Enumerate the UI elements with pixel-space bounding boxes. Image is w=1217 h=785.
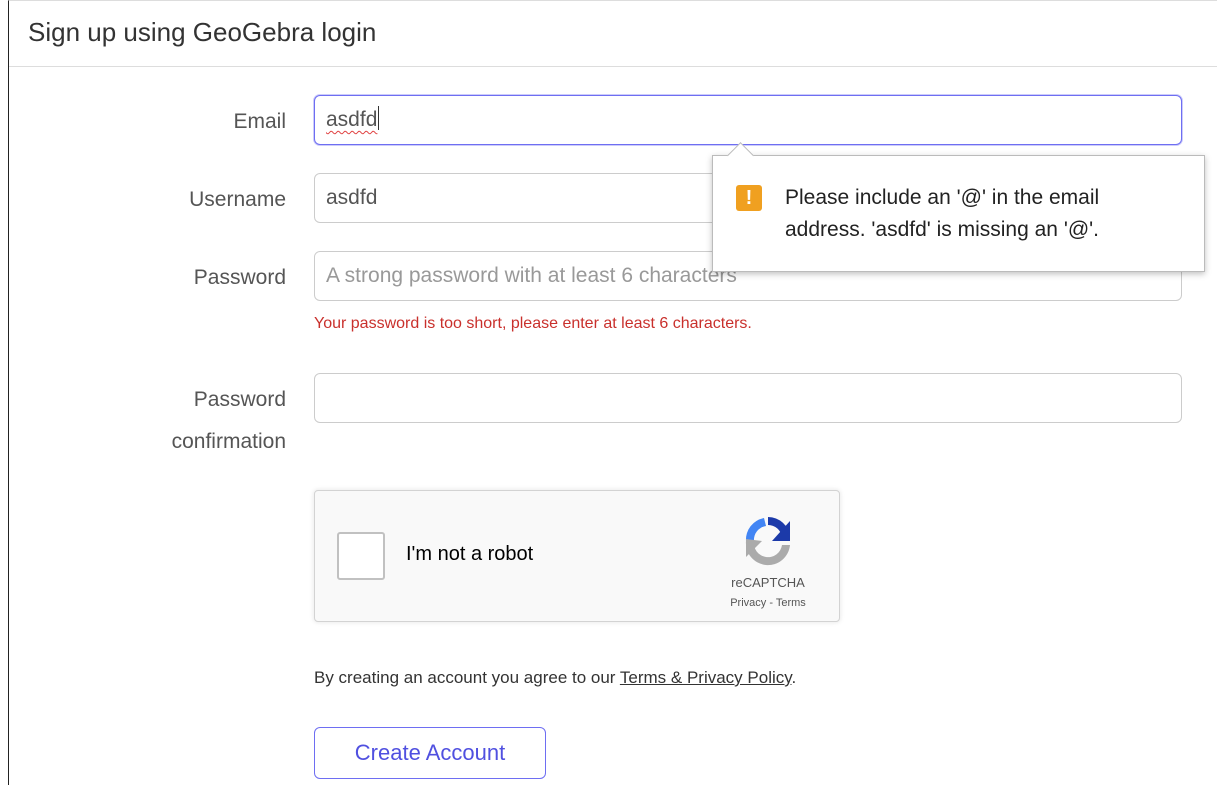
email-validation-tooltip: ! Please include an '@' in the email add… [712, 142, 1205, 272]
recaptcha-privacy-terms-link[interactable]: Privacy - Terms [705, 597, 831, 609]
email-label: Email [233, 110, 286, 133]
recaptcha-checkbox[interactable] [337, 532, 385, 580]
panel-title: Sign up using GeoGebra login [28, 17, 377, 47]
create-account-button[interactable]: Create Account [314, 727, 546, 779]
recaptcha-widget: I'm not a robot reCAPTCHA Privacy - Term… [314, 490, 840, 622]
password-confirmation-field[interactable] [314, 373, 1182, 423]
recaptcha-logo-icon [745, 516, 790, 566]
recaptcha-label: I'm not a robot [406, 543, 534, 565]
password-error-message: Your password is too short, please enter… [314, 315, 752, 332]
recaptcha-brand: reCAPTCHA [731, 575, 805, 590]
password-placeholder: A strong password with at least 6 charac… [326, 264, 737, 287]
password-confirmation-label-line2: confirmation [171, 430, 286, 453]
username-field-value: asdfd [326, 186, 378, 209]
username-label: Username [189, 188, 286, 211]
signup-panel: Sign up using GeoGebra login Email asdfd… [8, 0, 1217, 785]
agreement-suffix: . [791, 668, 797, 687]
agreement-prefix: By creating an account you agree to our [314, 668, 620, 687]
terms-privacy-link[interactable]: Terms & Privacy Policy [620, 668, 792, 687]
password-confirmation-label-line1: Password [193, 388, 286, 411]
terms-agreement-text: By creating an account you agree to our … [314, 668, 796, 688]
text-caret [378, 106, 380, 130]
password-label: Password [193, 266, 286, 289]
tooltip-message: Please include an '@' in the email addre… [785, 186, 1100, 241]
email-field[interactable]: asdfd [314, 95, 1182, 145]
warning-icon: ! [736, 185, 762, 211]
email-field-value: asdfd [326, 108, 378, 131]
panel-header: Sign up using GeoGebra login [9, 1, 1217, 67]
